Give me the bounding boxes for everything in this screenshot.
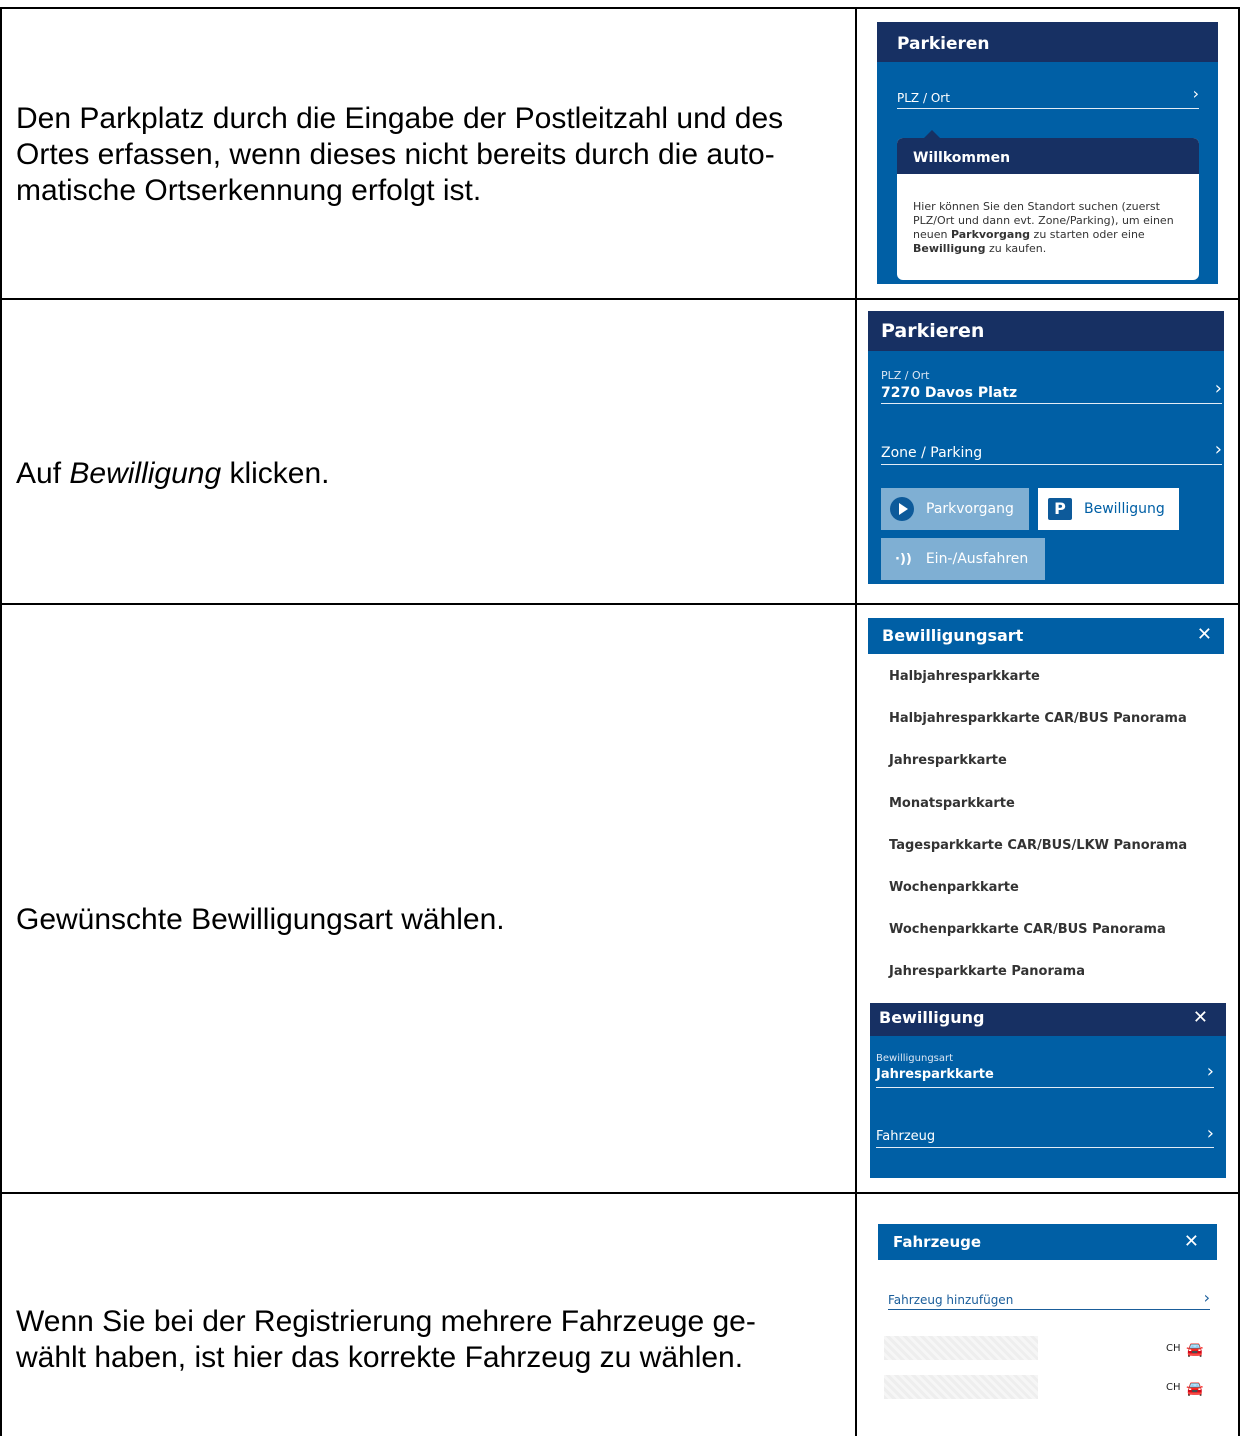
bewilligungsart-underline bbox=[876, 1087, 1214, 1088]
ein-ausfahren-label: Ein-/Ausfahren bbox=[925, 551, 1029, 567]
bewilligungsart-header: Bewilligungsart ✕ bbox=[868, 618, 1224, 654]
license-plate-placeholder bbox=[884, 1375, 1038, 1399]
list-item[interactable]: Wochenparkkarte CAR/BUS Panorama bbox=[889, 922, 1166, 937]
list-item[interactable]: Wochenparkkarte bbox=[889, 880, 1019, 895]
close-icon[interactable]: ✕ bbox=[1184, 1231, 1199, 1252]
vehicle-row[interactable]: CH 🚘 bbox=[884, 1336, 1214, 1362]
list-item[interactable]: Jahresparkkarte Panorama bbox=[889, 964, 1085, 979]
chevron-right-icon: › bbox=[1206, 1123, 1214, 1144]
plz-field-value: 7270 Davos Platz bbox=[881, 385, 1018, 401]
list-item[interactable]: Jahresparkkarte bbox=[889, 753, 1007, 768]
car-icon: 🚘 bbox=[1186, 1380, 1204, 1396]
instruction-row-1: Den Parkplatz durch die Eingabe der Post… bbox=[16, 102, 784, 207]
plz-field[interactable]: PLZ / Ort 7270 Davos Platz › bbox=[881, 366, 1222, 402]
bewilligungsart-value: Jahresparkkarte bbox=[876, 1067, 994, 1082]
zone-field-underline bbox=[881, 464, 1222, 465]
play-icon bbox=[890, 497, 914, 521]
bewilligung-label: Bewilligung bbox=[1084, 501, 1165, 517]
chevron-right-icon: › bbox=[1206, 1061, 1214, 1082]
zone-field[interactable]: Zone / Parking › bbox=[881, 439, 1222, 463]
plz-field[interactable]: PLZ / Ort › bbox=[897, 84, 1199, 108]
panel-bewilligung: Bewilligung ✕ Bewilligungsart Jahrespark… bbox=[870, 1003, 1226, 1178]
row-divider-2 bbox=[0, 603, 1240, 605]
row-divider-3 bbox=[0, 1192, 1240, 1194]
row-divider-1 bbox=[0, 298, 1240, 300]
list-item[interactable]: Monatsparkkarte bbox=[889, 796, 1015, 811]
vehicle-row[interactable]: CH 🚘 bbox=[884, 1375, 1214, 1401]
fahrzeuge-header: Fahrzeuge ✕ bbox=[878, 1224, 1217, 1260]
license-plate-placeholder bbox=[884, 1336, 1038, 1360]
chevron-right-icon: › bbox=[1214, 439, 1222, 460]
plz-field-label: PLZ / Ort bbox=[881, 369, 930, 382]
ein-ausfahren-button[interactable]: ·)) Ein-/Ausfahren bbox=[881, 538, 1045, 580]
panel-parkieren-2: Parkieren PLZ / Ort 7270 Davos Platz › Z… bbox=[868, 311, 1224, 584]
panel-title: Bewilligung bbox=[879, 1008, 985, 1027]
fahrzeug-field[interactable]: Fahrzeug › bbox=[876, 1123, 1214, 1145]
parkvorgang-label: Parkvorgang bbox=[926, 501, 1014, 517]
fahrzeuge-title: Fahrzeuge bbox=[893, 1233, 982, 1251]
bewilligung-button[interactable]: P Bewilligung bbox=[1038, 488, 1179, 530]
panel-parkieren-1: Parkieren PLZ / Ort › Willkommen Hier kö… bbox=[877, 22, 1218, 284]
plz-field-label: PLZ / Ort bbox=[897, 91, 950, 105]
bewilligungsart-field[interactable]: Bewilligungsart Jahresparkkarte › bbox=[876, 1051, 1214, 1087]
panel-title: Parkieren bbox=[881, 320, 985, 342]
tooltip-title: Willkommen bbox=[913, 150, 1011, 166]
list-item[interactable]: Halbjahresparkkarte bbox=[889, 669, 1040, 684]
parkvorgang-button[interactable]: Parkvorgang bbox=[881, 488, 1029, 530]
table-border-top bbox=[0, 7, 1240, 9]
add-vehicle-link[interactable]: Fahrzeug hinzufügen › bbox=[888, 1288, 1210, 1310]
car-icon: 🚘 bbox=[1186, 1341, 1204, 1357]
plz-field-underline bbox=[881, 403, 1222, 404]
instruction-row-2: Auf Bewilligung klicken. bbox=[16, 457, 330, 490]
chevron-right-icon: › bbox=[1203, 1288, 1210, 1307]
wireless-icon: ·)) bbox=[895, 551, 912, 567]
bewilligungsart-title: Bewilligungsart bbox=[882, 626, 1024, 645]
list-item[interactable]: Halbjahresparkkarte CAR/BUS Panorama bbox=[889, 711, 1187, 726]
table-border-left bbox=[0, 7, 2, 1436]
plz-field-underline bbox=[897, 108, 1199, 109]
tooltip-text: Hier können Sie den Standort suchen (zue… bbox=[913, 200, 1174, 255]
add-vehicle-underline bbox=[888, 1309, 1210, 1310]
bewilligungsart-label: Bewilligungsart bbox=[876, 1053, 954, 1064]
table-column-divider bbox=[855, 7, 857, 1436]
instruction-row-3: Gewünschte Bewilligungsart wählen. bbox=[16, 903, 505, 936]
instruction-row-4: Wenn Sie bei der Registrierung mehrere F… bbox=[16, 1305, 756, 1374]
fahrzeug-underline bbox=[876, 1147, 1214, 1148]
zone-field-label: Zone / Parking bbox=[881, 445, 983, 461]
country-code: CH bbox=[1166, 1382, 1181, 1393]
fahrzeug-label: Fahrzeug bbox=[876, 1129, 936, 1144]
panel-title: Parkieren bbox=[897, 34, 990, 54]
close-icon[interactable]: ✕ bbox=[1197, 624, 1212, 645]
country-code: CH bbox=[1166, 1343, 1181, 1354]
close-icon[interactable]: ✕ bbox=[1193, 1007, 1208, 1028]
chevron-right-icon: › bbox=[1192, 84, 1199, 103]
welcome-tooltip: Willkommen Hier können Sie den Standort … bbox=[897, 138, 1199, 280]
chevron-right-icon: › bbox=[1214, 378, 1222, 399]
add-vehicle-label: Fahrzeug hinzufügen bbox=[888, 1293, 1014, 1307]
parking-p-icon: P bbox=[1048, 498, 1072, 520]
list-item[interactable]: Tagesparkkarte CAR/BUS/LKW Panorama bbox=[889, 838, 1187, 853]
